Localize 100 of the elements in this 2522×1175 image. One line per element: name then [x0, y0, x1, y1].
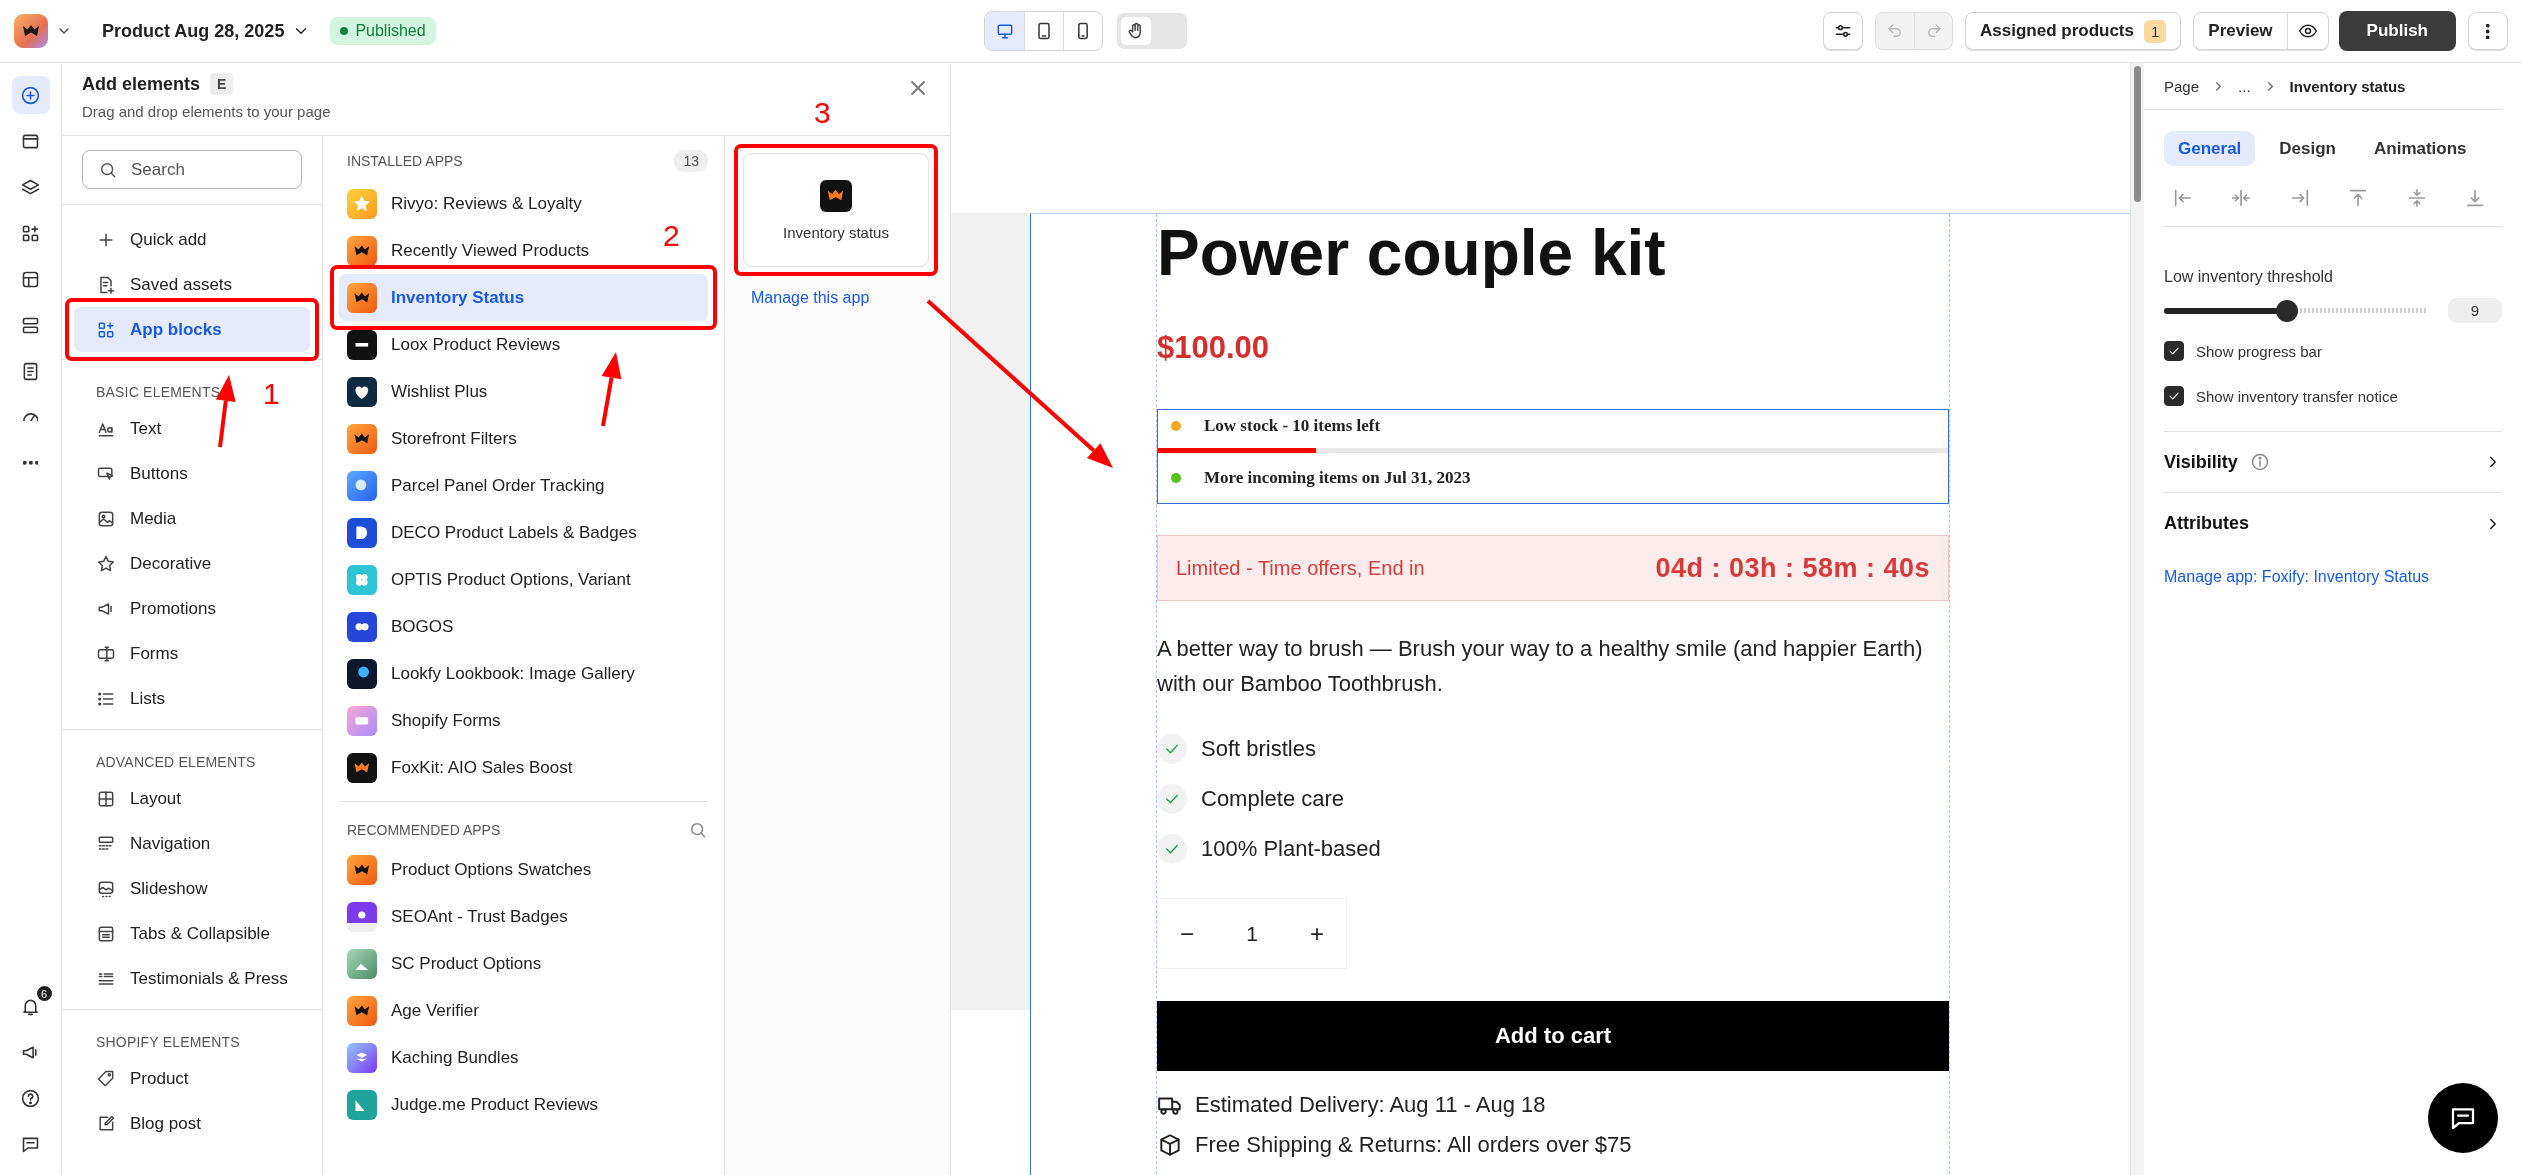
tab[interactable]: Design	[2265, 131, 2350, 166]
search-field[interactable]: Search	[82, 150, 302, 189]
app-item[interactable]: Age Verifier	[339, 987, 487, 1034]
section-heading: RECOMMENDED APPS	[347, 822, 501, 838]
eye-icon	[2297, 21, 2318, 41]
category-item[interactable]: Saved assets	[74, 262, 310, 307]
category-item[interactable]: Media	[74, 496, 310, 541]
feature-text: 100% Plant-based	[1201, 836, 1381, 862]
edit-icon	[96, 1113, 116, 1134]
add-to-cart-button[interactable]: Add to cart	[1157, 1001, 1949, 1071]
feature-text: Soft bristles	[1201, 736, 1316, 762]
hand-tool-toggle[interactable]	[1117, 13, 1187, 49]
publish-button[interactable]: Publish	[2338, 11, 2456, 51]
sidebar-button[interactable]	[11, 76, 50, 114]
app-item[interactable]: Lookfy Lookbook: Image Gallery	[339, 650, 643, 697]
more-icon	[22, 461, 39, 465]
category-item[interactable]: Tabs & Collapsible	[74, 911, 310, 956]
app-item[interactable]: FoxKit: AIO Sales Boost	[339, 744, 581, 791]
app-item[interactable]: Rivyo: Reviews & Loyalty	[339, 180, 590, 227]
section-heading: ADVANCED ELEMENTS	[96, 754, 256, 770]
decrease-button[interactable]: −	[1172, 913, 1202, 954]
category-item[interactable]: Promotions	[74, 586, 310, 631]
gauge-icon	[22, 412, 39, 422]
app-item[interactable]: Inventory Status	[339, 274, 708, 321]
search-icon[interactable]	[688, 820, 708, 840]
increase-button[interactable]: +	[1302, 913, 1332, 954]
add-icon	[20, 84, 41, 106]
undo-icon	[1886, 22, 1904, 40]
page-title-dropdown[interactable]: Product Aug 28, 2025	[102, 20, 311, 42]
category-item[interactable]: Layout	[74, 776, 310, 821]
annotation-number: 3	[814, 98, 831, 128]
assigned-products-button[interactable]: Assigned products 1	[1965, 12, 2182, 50]
page-settings-button[interactable]	[1823, 12, 1863, 50]
app-logo-icon	[347, 517, 377, 548]
quantity-selector[interactable]: − 1 +	[1157, 898, 1347, 969]
app-item[interactable]: Parcel Panel Order Tracking	[339, 462, 613, 509]
app-item[interactable]: Judge.me Product Reviews	[339, 1081, 606, 1128]
category-item[interactable]: Blog post	[74, 1101, 310, 1146]
checkbox[interactable]	[2164, 341, 2184, 361]
category-item[interactable]: Navigation	[74, 821, 310, 866]
desktop-view-button[interactable]	[985, 12, 1024, 50]
app-item[interactable]: Wishlist Plus	[339, 368, 496, 415]
app-logo-icon	[820, 179, 852, 212]
product-price: $100.00	[1157, 329, 1271, 367]
category-item[interactable]: Testimonials & Press	[74, 956, 310, 1001]
app-logo-icon[interactable]	[14, 14, 48, 48]
section-header[interactable]: Attributes	[2164, 493, 2502, 554]
annotation-number: 1	[263, 379, 280, 409]
tag-icon	[96, 1068, 116, 1089]
app-item[interactable]: Storefront Filters	[339, 415, 525, 462]
manage-app-link[interactable]: Manage this app	[751, 289, 870, 307]
app-item[interactable]: Loox Product Reviews	[339, 321, 569, 368]
breadcrumb-link[interactable]: ...	[2238, 77, 2251, 95]
app-logo-icon	[347, 188, 377, 219]
align-left-icon[interactable]	[2172, 187, 2194, 209]
tab[interactable]: General	[2164, 131, 2256, 166]
field-label: Low inventory threshold	[2164, 268, 2334, 286]
app-logo-icon	[347, 854, 377, 885]
countdown-timer: 04d : 03h : 58m : 40s	[1655, 552, 1930, 584]
category-item[interactable]: Decorative	[74, 541, 310, 586]
checkbox-label: Show progress bar	[2196, 342, 2322, 360]
category-item[interactable]: Buttons	[74, 451, 310, 496]
app-logo-icon	[347, 423, 377, 454]
breadcrumb-link[interactable]: Page	[2164, 77, 2200, 95]
section-header[interactable]: Visibility	[2164, 432, 2502, 493]
app-item[interactable]: Shopify Forms	[339, 697, 509, 744]
app-item[interactable]: SC Product Options	[339, 940, 550, 987]
app-item[interactable]: Recently Viewed Products	[339, 227, 598, 274]
category-item[interactable]: Product	[74, 1056, 310, 1101]
info-text: Estimated Delivery: Aug 11 - Aug 18	[1195, 1092, 1546, 1118]
app-item[interactable]: Product Options Swatches	[339, 846, 600, 893]
app-item[interactable]: DECO Product Labels & Badges	[339, 509, 645, 556]
category-item[interactable]: Slideshow	[74, 866, 310, 911]
app-logo-icon	[347, 376, 377, 407]
app-item[interactable]: OPTIS Product Options, Variant	[339, 556, 639, 603]
category-item[interactable]: App blocks	[74, 307, 310, 352]
more-options-button[interactable]	[2468, 12, 2508, 50]
app-block-card[interactable]: Inventory status	[743, 153, 929, 267]
annotation-number: 2	[663, 221, 680, 251]
more-vertical-icon	[2486, 23, 2490, 39]
threshold-value: 9	[2448, 298, 2502, 323]
align-center-icon[interactable]	[2230, 187, 2253, 209]
category-item[interactable]: Text	[74, 406, 310, 451]
tab[interactable]: Animations	[2360, 131, 2481, 166]
app-logo-icon	[347, 1089, 377, 1120]
app-item[interactable]: BOGOS	[339, 603, 462, 650]
category-item[interactable]: Quick add	[74, 217, 310, 262]
product-description: A better way to brush — Brush your way to a healthy smile (and happier Earth) with our Bamboo Toothbrush.	[1157, 635, 1924, 698]
product-title: Power couple kit	[1157, 216, 1667, 291]
publish-status: Published	[330, 17, 436, 45]
category-item[interactable]: Forms	[74, 631, 310, 676]
checkbox-label: Show inventory transfer notice	[2196, 387, 2398, 405]
shortcut-key: E	[210, 73, 234, 95]
app-logo-icon	[347, 752, 377, 783]
category-item[interactable]: Lists	[74, 676, 310, 721]
app-item[interactable]: Kaching Bundles	[339, 1034, 527, 1081]
notification-count: 6	[34, 984, 54, 1003]
app-item[interactable]: SEOAnt - Trust Badges	[339, 893, 576, 940]
checkbox[interactable]	[2164, 386, 2184, 406]
manage-app-link[interactable]: Manage app: Foxify: Inventory Status	[2164, 568, 2430, 586]
